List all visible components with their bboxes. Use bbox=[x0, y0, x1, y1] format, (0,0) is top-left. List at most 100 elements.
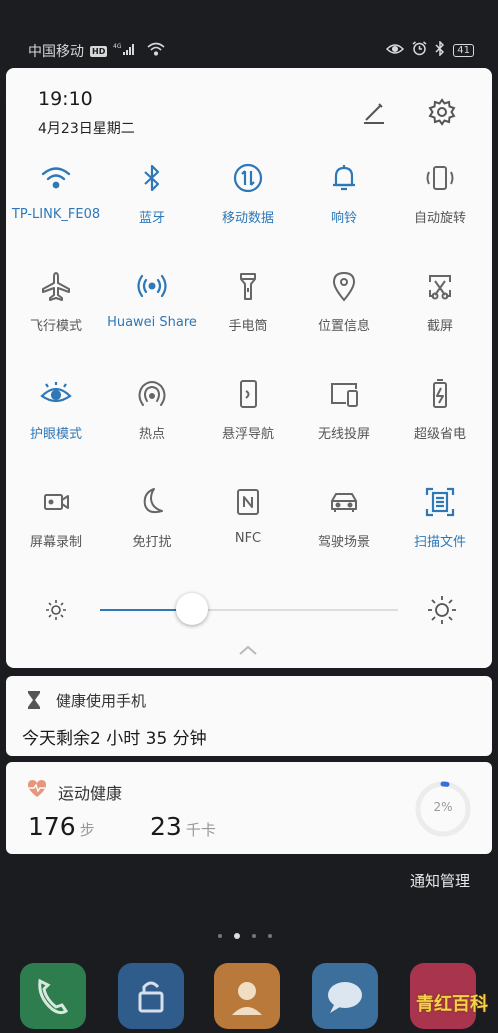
battery-indicator: 41 bbox=[453, 44, 474, 57]
status-left: 中国移动 HD 4G bbox=[28, 41, 165, 61]
tile-label: 自动旋转 bbox=[413, 211, 466, 226]
tile-bluetooth[interactable]: 蓝牙 bbox=[104, 160, 200, 260]
tile-mobile-data[interactable]: 移动数据 bbox=[200, 160, 296, 260]
cast-icon bbox=[326, 376, 362, 412]
tile-label: 护眼模式 bbox=[29, 427, 82, 442]
tile-label: 驾驶场景 bbox=[317, 535, 370, 550]
tile-label: 免打扰 bbox=[132, 535, 172, 550]
calories-value: 23 千卡 bbox=[150, 812, 216, 841]
battery-saver-icon bbox=[422, 376, 458, 412]
tile-eye-comfort[interactable]: 护眼模式 bbox=[8, 376, 104, 476]
location-icon bbox=[326, 268, 362, 304]
tile-label: Huawei Share bbox=[107, 315, 197, 330]
scan-document-icon bbox=[422, 484, 458, 520]
settings-gear-icon[interactable] bbox=[426, 96, 458, 128]
tile-label: 飞行模式 bbox=[29, 319, 82, 334]
health-usage-card[interactable]: 健康使用手机 今天剩余2 小时 35 分钟 bbox=[6, 676, 492, 756]
alarm-status-icon bbox=[412, 41, 427, 60]
messages-app-icon[interactable] bbox=[312, 963, 378, 1029]
tile-label: 移动数据 bbox=[221, 211, 274, 226]
airplane-icon bbox=[38, 268, 74, 304]
tile-wireless-projection[interactable]: 无线投屏 bbox=[296, 376, 392, 476]
steps-value: 176 步 bbox=[28, 812, 95, 841]
tile-label: 位置信息 bbox=[317, 319, 370, 334]
tile-airplane-mode[interactable]: 飞行模式 bbox=[8, 268, 104, 368]
status-right: 41 bbox=[386, 40, 474, 60]
page-dot bbox=[252, 934, 256, 938]
calories-number: 23 bbox=[150, 812, 182, 841]
page-indicator bbox=[218, 933, 272, 939]
page-dot bbox=[218, 934, 222, 938]
eye-comfort-status-icon bbox=[386, 43, 405, 59]
tile-battery-saver[interactable]: 超级省电 bbox=[392, 376, 488, 476]
car-icon bbox=[326, 484, 362, 520]
bluetooth-status-icon bbox=[435, 40, 445, 60]
bluetooth-icon bbox=[134, 160, 170, 196]
tile-screenshot[interactable]: 截屏 bbox=[392, 268, 488, 368]
tile-flashlight[interactable]: 手电筒 bbox=[200, 268, 296, 368]
wifi-status-icon bbox=[147, 42, 165, 60]
steps-number: 176 bbox=[28, 812, 76, 841]
tile-label: NFC bbox=[234, 531, 262, 546]
nfc-icon bbox=[230, 484, 266, 520]
notification-manage-link[interactable]: 通知管理 bbox=[410, 870, 470, 891]
brightness-high-icon bbox=[426, 594, 458, 630]
brightness-thumb[interactable] bbox=[176, 593, 209, 625]
tile-label: 蓝牙 bbox=[138, 211, 165, 226]
clock: 19:10 bbox=[38, 88, 93, 110]
tile-label: 截屏 bbox=[426, 319, 453, 334]
tile-auto-rotate[interactable]: 自动旋转 bbox=[392, 160, 488, 260]
screen-record-icon bbox=[38, 484, 74, 520]
edit-icon[interactable] bbox=[360, 98, 388, 126]
brightness-slider[interactable] bbox=[100, 593, 398, 625]
quick-settings-panel: 19:10 4月23日星期二 TP-LINK_FE08 蓝牙 移动数据 响铃 自… bbox=[6, 68, 492, 668]
phone-app-icon[interactable] bbox=[20, 963, 86, 1029]
contacts-app-icon[interactable] bbox=[214, 963, 280, 1029]
tile-label: 响铃 bbox=[330, 211, 357, 226]
tile-screen-record[interactable]: 屏幕录制 bbox=[8, 484, 104, 584]
tile-label: 扫描文件 bbox=[413, 535, 466, 550]
tile-scan-document[interactable]: 扫描文件 bbox=[392, 484, 488, 584]
tile-wifi[interactable]: TP-LINK_FE08 bbox=[8, 160, 104, 260]
tile-label: TP-LINK_FE08 bbox=[11, 207, 101, 222]
carrier-label: 中国移动 bbox=[28, 44, 84, 60]
tile-label: 手电筒 bbox=[228, 319, 268, 334]
brightness-row bbox=[6, 588, 492, 634]
mobile-data-icon bbox=[230, 160, 266, 196]
watermark-text: 青红百科 bbox=[416, 994, 488, 1015]
page-dot bbox=[268, 934, 272, 938]
bell-icon bbox=[326, 160, 362, 196]
rotate-icon bbox=[422, 160, 458, 196]
tile-driving-mode[interactable]: 驾驶场景 bbox=[296, 484, 392, 584]
health-card-body: 今天剩余2 小时 35 分钟 bbox=[22, 729, 207, 749]
collapse-chevron-icon[interactable] bbox=[237, 642, 259, 656]
tile-label: 悬浮导航 bbox=[221, 427, 274, 442]
lock-app-icon[interactable] bbox=[118, 963, 184, 1029]
tile-label: 无线投屏 bbox=[317, 427, 370, 442]
huawei-share-icon bbox=[134, 268, 170, 304]
tile-location[interactable]: 位置信息 bbox=[296, 268, 392, 368]
calories-unit: 千卡 bbox=[185, 821, 216, 839]
tile-label: 热点 bbox=[138, 427, 165, 442]
health-card-title: 健康使用手机 bbox=[56, 692, 147, 710]
tile-ring[interactable]: 响铃 bbox=[296, 160, 392, 260]
tile-floating-nav[interactable]: 悬浮导航 bbox=[200, 376, 296, 476]
hourglass-icon bbox=[26, 690, 42, 714]
svg-text:4G: 4G bbox=[113, 43, 122, 50]
floating-nav-icon bbox=[230, 376, 266, 412]
tile-label: 超级省电 bbox=[413, 427, 466, 442]
tile-huawei-share[interactable]: Huawei Share bbox=[104, 268, 200, 368]
wifi-icon bbox=[38, 160, 74, 196]
tile-nfc[interactable]: NFC bbox=[200, 484, 296, 584]
tile-hotspot[interactable]: 热点 bbox=[104, 376, 200, 476]
flashlight-icon bbox=[230, 268, 266, 304]
sport-card-title: 运动健康 bbox=[58, 784, 123, 803]
sport-health-card[interactable]: 运动健康 176 步 23 千卡 2% bbox=[6, 762, 492, 854]
heart-pulse-icon bbox=[26, 778, 48, 802]
tile-do-not-disturb[interactable]: 免打扰 bbox=[104, 484, 200, 584]
moon-icon bbox=[134, 484, 170, 520]
tile-label: 屏幕录制 bbox=[29, 535, 82, 550]
eye-icon bbox=[38, 376, 74, 412]
hd-badge: HD bbox=[90, 45, 108, 57]
steps-unit: 步 bbox=[79, 821, 95, 839]
